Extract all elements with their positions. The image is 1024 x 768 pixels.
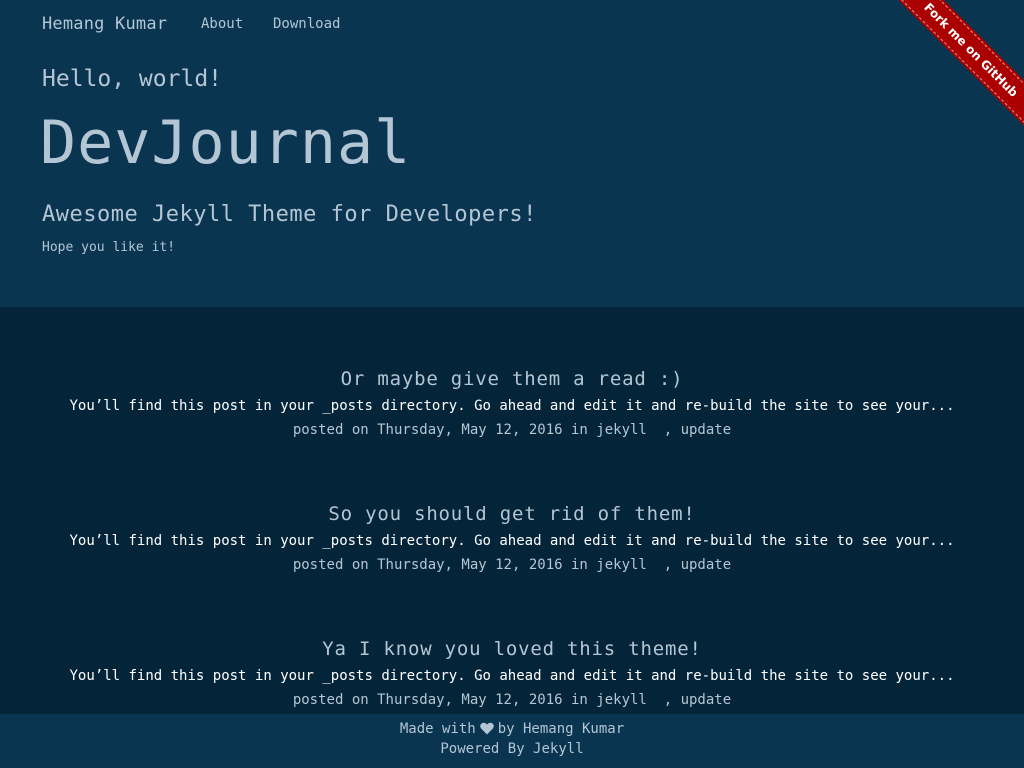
hero-title: DevJournal — [40, 108, 412, 178]
hero: Hello, world! DevJournal Awesome Jekyll … — [0, 50, 1024, 307]
post-meta: posted on Thursday, May 12, 2016 in jeky… — [292, 692, 732, 708]
post-meta: posted on Thursday, May 12, 2016 in jeky… — [292, 557, 732, 573]
hero-greeting: Hello, world! — [42, 66, 223, 92]
post-list: Or maybe give them a read :) You’ll find… — [0, 307, 1024, 714]
footer-credit: Made with by Hemang Kumar — [0, 721, 1024, 739]
heart-icon — [479, 722, 494, 739]
post-item: So you should get rid of them! You’ll fi… — [0, 499, 1024, 577]
footer-made-with: Made with — [399, 721, 476, 737]
brand-link[interactable]: Hemang Kumar — [42, 14, 167, 34]
post-meta-date: posted on Thursday, May 12, 2016 in — [292, 557, 588, 573]
footer-powered[interactable]: Powered By Jekyll — [0, 741, 1024, 757]
footer-author[interactable]: by Hemang Kumar — [498, 721, 624, 737]
fork-me-ribbon[interactable]: Fork me on GitHub — [886, 0, 1024, 135]
tag-link-jekyll[interactable]: jekyll — [596, 557, 647, 573]
navbar: Hemang Kumar About Download — [0, 0, 1024, 50]
tag-link-update[interactable]: update — [681, 557, 732, 573]
github-ribbon-container: Fork me on GitHub — [884, 0, 1024, 140]
post-meta-date: posted on Thursday, May 12, 2016 in — [292, 692, 588, 708]
footer: Made with by Hemang Kumar Powered By Jeky… — [0, 714, 1024, 768]
hero-subtitle: Awesome Jekyll Theme for Developers! — [42, 202, 537, 227]
tag-link-jekyll[interactable]: jekyll — [596, 422, 647, 438]
post-item: Or maybe give them a read :) You’ll find… — [0, 364, 1024, 442]
post-title-link[interactable]: Or maybe give them a read :) — [0, 364, 1024, 394]
tag-link-jekyll[interactable]: jekyll — [596, 692, 647, 708]
post-meta-date: posted on Thursday, May 12, 2016 in — [292, 422, 588, 438]
post-excerpt: You’ll find this post in your _posts dir… — [69, 668, 955, 684]
hero-tagline: Hope you like it! — [42, 240, 176, 255]
nav-link-about[interactable]: About — [201, 16, 243, 32]
post-meta: posted on Thursday, May 12, 2016 in jeky… — [292, 422, 732, 438]
post-excerpt: You’ll find this post in your _posts dir… — [69, 398, 955, 414]
tag-link-update[interactable]: update — [681, 422, 732, 438]
post-item: Ya I know you loved this theme! You’ll f… — [0, 634, 1024, 712]
tag-link-update[interactable]: update — [681, 692, 732, 708]
nav-link-download[interactable]: Download — [273, 16, 340, 32]
post-excerpt: You’ll find this post in your _posts dir… — [69, 533, 955, 549]
post-title-link[interactable]: So you should get rid of them! — [0, 499, 1024, 529]
post-title-link[interactable]: Ya I know you loved this theme! — [0, 634, 1024, 664]
